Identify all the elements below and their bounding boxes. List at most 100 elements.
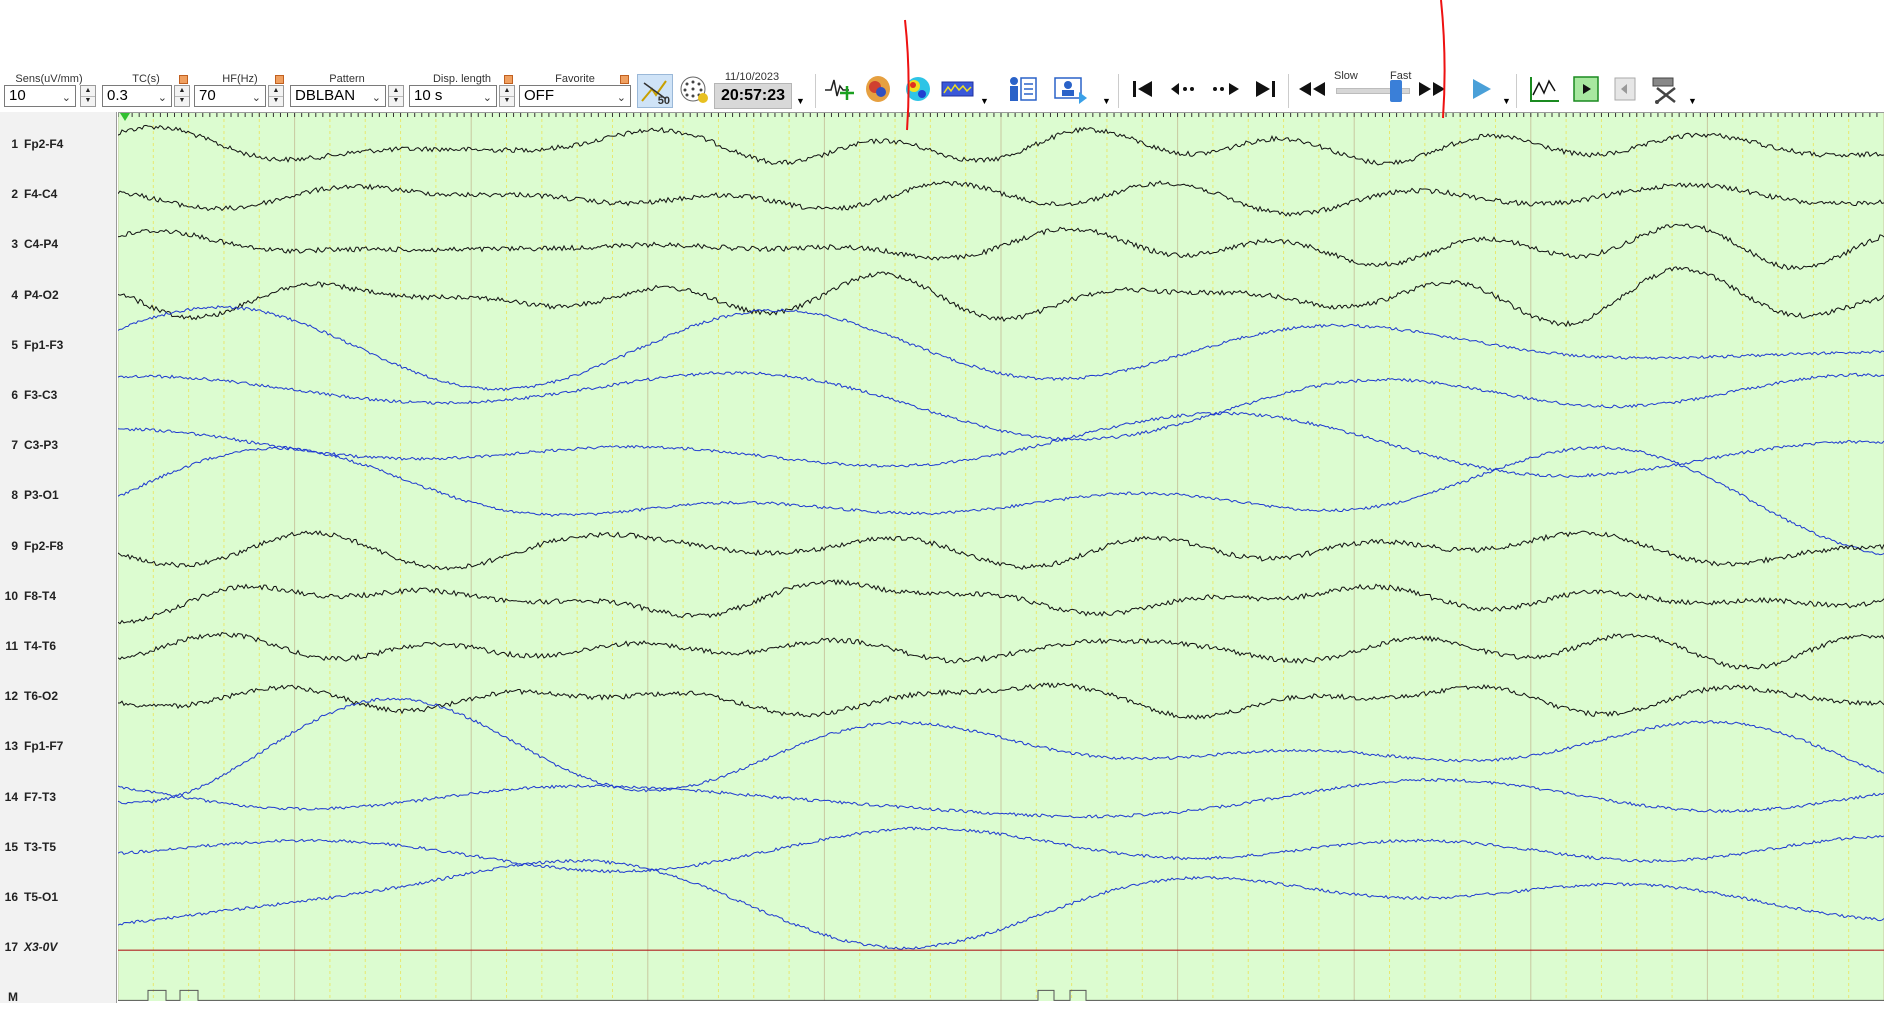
channel-name: F8-T4 [24, 588, 57, 603]
hf-select[interactable]: 70 ⌄ [194, 85, 266, 107]
favorite-value: OFF [524, 87, 554, 104]
channel-label-2[interactable]: 2 F4-C4 [0, 187, 117, 207]
time-display[interactable]: 20:57:23 [714, 83, 792, 109]
pattern-spinner[interactable]: ▲ ▼ [388, 85, 404, 107]
channel-number: 17 [4, 940, 18, 955]
tc-value: 0.3 [107, 87, 128, 104]
channel-label-9[interactable]: 9 Fp2-F8 [0, 539, 117, 559]
display-length-spinner[interactable]: ▲ ▼ [499, 85, 515, 107]
channel-label-6[interactable]: 6 F3-C3 [0, 388, 117, 408]
channel-number: 1 [11, 137, 18, 151]
sensitivity-value: 10 [9, 87, 26, 104]
brain-3d-button[interactable] [862, 74, 894, 104]
add-waveform-button[interactable] [822, 74, 858, 104]
channel-label-11[interactable]: 11 T4-T6 [0, 639, 117, 659]
channel-label-4[interactable]: 4 P4-O2 [0, 288, 117, 308]
notch-filter-button[interactable]: 50 [637, 74, 673, 108]
channel-name: F3-C3 [24, 388, 58, 402]
favorite-label: Favorite [555, 73, 595, 85]
sensitivity-spinner[interactable]: ▲ ▼ [80, 85, 96, 107]
channel-label-5[interactable]: 5 Fp1-F3 [0, 338, 117, 358]
channel-label-3[interactable]: 3 C4-P4 [0, 237, 117, 257]
page-play-button[interactable] [1570, 74, 1602, 104]
date-label: 11/10/2023 [724, 71, 780, 83]
channel-name: Fp1-F7 [24, 739, 64, 754]
spin-down-icon[interactable]: ▼ [81, 96, 95, 106]
display-length-select[interactable]: 10 s ⌄ [409, 85, 497, 107]
channel-label-1[interactable]: 1 Fp2-F4 [0, 137, 117, 157]
patient-report-button[interactable] [1004, 74, 1040, 104]
step-back-icon [1171, 83, 1194, 95]
channel-label-10[interactable]: 10 F8-T4 [0, 589, 117, 609]
play-button[interactable] [1466, 74, 1496, 104]
spin-down-icon[interactable]: ▼ [389, 96, 403, 106]
step-forward-button[interactable] [1208, 74, 1242, 104]
channel-number: 13 [4, 739, 18, 754]
spin-down-icon[interactable]: ▼ [500, 96, 514, 106]
speed-slider-thumb[interactable] [1390, 80, 1402, 102]
channel-label-M[interactable]: M [0, 990, 117, 1010]
channel-label-16[interactable]: 16 T5-O1 [0, 890, 117, 910]
sensitivity-select[interactable]: 10 ⌄ [4, 85, 76, 107]
toolbar: Sens(uV/mm) 10 ⌄ ▲ ▼ TC(s) 0.3 ⌄ ▲ ▼ HF(… [0, 0, 1884, 112]
spectrum-button[interactable] [940, 74, 976, 104]
tc-spinner[interactable]: ▲ ▼ [174, 85, 190, 107]
go-start-button[interactable] [1128, 74, 1158, 104]
eeg-trace-area[interactable] [118, 112, 1884, 1001]
channel-label-7[interactable]: 7 C3-P3 [0, 438, 117, 458]
channel-name: T6-O2 [24, 689, 59, 704]
channel-number: 3 [11, 237, 18, 252]
channel-label-14[interactable]: 14 F7-T3 [0, 790, 117, 810]
topo-map-button[interactable] [902, 74, 934, 104]
sensitivity-label: Sens(uV/mm) [15, 73, 83, 85]
pattern-select[interactable]: DBLBAN ⌄ [290, 85, 386, 107]
waveform-view-button[interactable] [1528, 74, 1562, 104]
topo-map-icon [906, 77, 930, 101]
spectrum-icon [941, 81, 974, 97]
spin-down-icon[interactable]: ▼ [269, 96, 283, 106]
dropdown-icon[interactable]: ▼ [1688, 96, 1697, 106]
channel-number: 5 [11, 337, 18, 352]
network-icon [680, 76, 708, 103]
favorite-select[interactable]: OFF ⌄ [519, 85, 631, 107]
channel-name: T4-T6 [24, 639, 57, 653]
go-end-button[interactable] [1250, 74, 1280, 104]
time-dropdown-icon[interactable]: ▼ [796, 96, 805, 106]
channel-name: Fp2-F8 [24, 538, 64, 553]
page-back-icon [1614, 77, 1636, 101]
dropdown-icon[interactable]: ▼ [1502, 96, 1511, 106]
sensitivity-control: Sens(uV/mm) 10 ⌄ ▲ ▼ [4, 73, 96, 107]
page-back-button[interactable] [1610, 74, 1640, 104]
step-forward-icon [1213, 83, 1239, 95]
spin-down-icon[interactable]: ▼ [175, 96, 189, 106]
channel-label-17[interactable]: 17 X3-0V [0, 940, 117, 960]
dropdown-icon[interactable]: ▼ [1102, 96, 1111, 106]
channel-number: 2 [11, 187, 18, 202]
tools-button[interactable] [1648, 74, 1686, 104]
montage-network-button[interactable] [676, 74, 710, 104]
channel-number: 11 [5, 639, 18, 653]
fast-forward-button[interactable] [1416, 74, 1448, 104]
channel-label-8[interactable]: 8 P3-O1 [0, 488, 117, 508]
dropdown-icon[interactable]: ▼ [980, 96, 989, 106]
rewind-button[interactable] [1296, 74, 1328, 104]
channel-name: X3-0V [24, 940, 58, 955]
hf-spinner[interactable]: ▲ ▼ [268, 85, 284, 107]
eeg-traces [118, 113, 1884, 1001]
video-button[interactable] [1052, 74, 1090, 104]
channel-label-15[interactable]: 15 T3-T5 [0, 840, 117, 860]
separator [1288, 74, 1289, 108]
page-start-marker[interactable] [120, 113, 130, 121]
pattern-value: DBLBAN [295, 87, 356, 104]
tc-select[interactable]: 0.3 ⌄ [102, 85, 172, 107]
channel-label-12[interactable]: 12 T6-O2 [0, 689, 117, 709]
channel-number: 9 [11, 538, 18, 553]
step-back-button[interactable] [1168, 74, 1202, 104]
go-start-icon [1133, 81, 1152, 97]
channel-name: F4-C4 [24, 187, 58, 202]
tc-control: TC(s) 0.3 ⌄ ▲ ▼ [102, 73, 190, 107]
channel-label-13[interactable]: 13 Fp1-F7 [0, 739, 117, 759]
notch-badge: 50 [657, 95, 670, 107]
separator [1118, 74, 1119, 108]
channel-name: C4-P4 [24, 237, 59, 252]
